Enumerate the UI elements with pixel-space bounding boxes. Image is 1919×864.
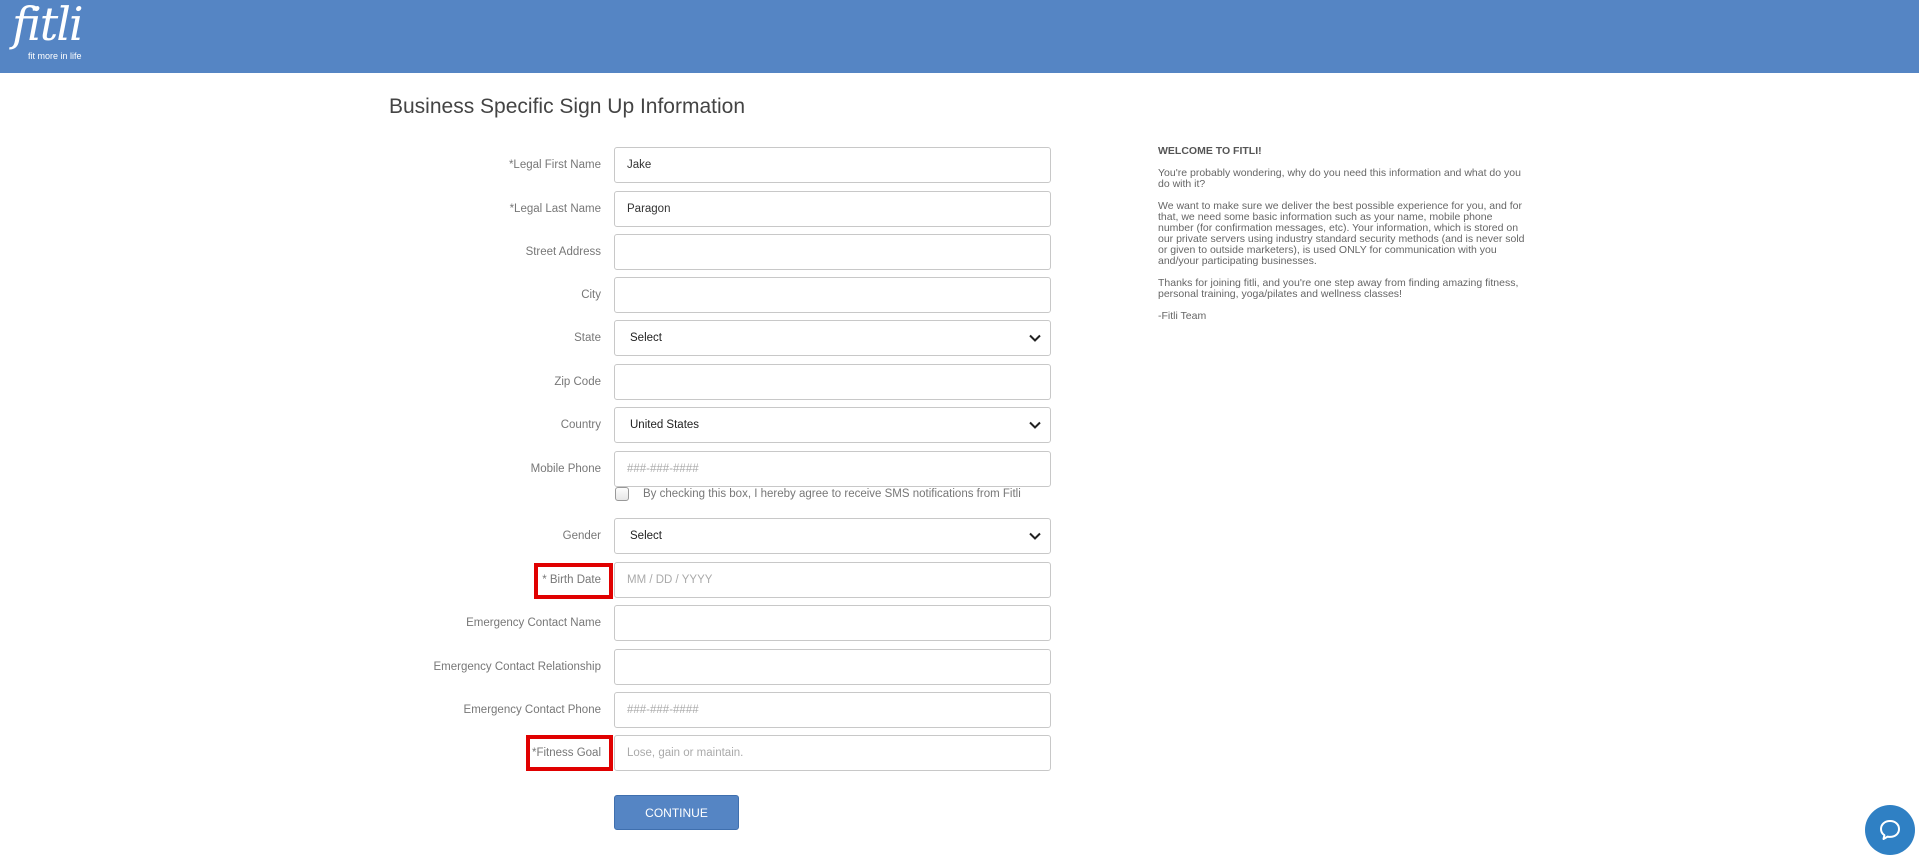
city-field-box xyxy=(614,277,1051,313)
emergency-contact-phone-field-box xyxy=(614,692,1051,728)
zip-code-input[interactable] xyxy=(615,365,1050,399)
gender-select-value: Select xyxy=(630,530,662,542)
zip-code-label: Zip Code xyxy=(554,376,601,388)
welcome-heading: WELCOME TO FITLI! xyxy=(1158,145,1262,157)
form-row-gender: Gender Select xyxy=(0,518,1919,554)
chat-bubble-icon xyxy=(1880,820,1900,840)
logo-wordmark: fitli xyxy=(12,0,84,51)
form-row-mobile: Mobile Phone xyxy=(0,451,1919,487)
country-select[interactable]: United States xyxy=(614,407,1051,443)
chevron-down-icon xyxy=(1029,532,1041,540)
state-select[interactable]: Select xyxy=(614,320,1051,356)
form-row-city: City xyxy=(0,277,1919,313)
emergency-contact-phone-input[interactable] xyxy=(615,693,1050,727)
logo-tagline: fit more in life xyxy=(28,51,82,61)
first-name-input[interactable] xyxy=(615,148,1050,182)
welcome-paragraph-3: Thanks for joining fitli, and you're one… xyxy=(1158,277,1519,300)
form-row-country: Country United States xyxy=(0,407,1919,443)
form-row-birth-date: * Birth Date xyxy=(0,562,1919,598)
welcome-signature: -Fitli Team xyxy=(1158,310,1207,322)
fitness-goal-highlight-box xyxy=(526,735,613,771)
mobile-phone-label: Mobile Phone xyxy=(530,463,601,475)
emergency-contact-relationship-label: Emergency Contact Relationship xyxy=(433,661,601,673)
page-title: Business Specific Sign Up Information xyxy=(389,95,746,118)
form-row-state: State Select xyxy=(0,320,1919,356)
city-label: City xyxy=(581,289,601,301)
street-address-field-box xyxy=(614,234,1051,270)
birth-date-highlight-box xyxy=(534,563,613,599)
form-row-first-name: *Legal First Name xyxy=(0,147,1919,183)
country-label: Country xyxy=(560,419,601,431)
last-name-input[interactable] xyxy=(615,192,1050,226)
country-select-value: United States xyxy=(630,419,700,431)
fitness-goal-input[interactable] xyxy=(615,736,1050,770)
emergency-contact-phone-label: Emergency Contact Phone xyxy=(463,704,601,716)
chevron-down-icon xyxy=(1029,421,1041,429)
continue-button[interactable]: CONTINUE xyxy=(614,795,739,830)
state-label: State xyxy=(574,332,601,344)
welcome-panel: WELCOME TO FITLI! You're probably wonder… xyxy=(1158,146,1530,333)
birth-date-input[interactable] xyxy=(615,563,1050,597)
emergency-contact-name-label: Emergency Contact Name xyxy=(466,617,601,629)
street-address-label: Street Address xyxy=(525,246,601,258)
form-row-emergency-relationship: Emergency Contact Relationship xyxy=(0,649,1919,685)
sms-consent-label: By checking this box, I hereby agree to … xyxy=(643,488,1021,500)
birth-date-field-box xyxy=(614,562,1051,598)
form-row-emergency-phone: Emergency Contact Phone xyxy=(0,692,1919,728)
first-name-label: *Legal First Name xyxy=(508,159,601,171)
chat-widget-button[interactable] xyxy=(1865,805,1915,855)
gender-select[interactable]: Select xyxy=(614,518,1051,554)
mobile-phone-field-box xyxy=(614,451,1051,487)
welcome-paragraph-1: You're probably wondering, why do you ne… xyxy=(1158,167,1521,190)
sms-consent-checkbox[interactable] xyxy=(615,487,629,501)
form-row-fitness-goal: *Fitness Goal xyxy=(0,735,1919,771)
emergency-contact-relationship-field-box xyxy=(614,649,1051,685)
top-navigation-bar: fitli fit more in life xyxy=(0,0,1919,73)
emergency-contact-relationship-input[interactable] xyxy=(615,650,1050,684)
fitness-goal-field-box xyxy=(614,735,1051,771)
state-select-value: Select xyxy=(630,332,662,344)
city-input[interactable] xyxy=(615,278,1050,312)
last-name-label: *Legal Last Name xyxy=(509,203,601,215)
last-name-field-box xyxy=(614,191,1051,227)
form-row-street: Street Address xyxy=(0,234,1919,270)
form-row-last-name: *Legal Last Name xyxy=(0,191,1919,227)
first-name-field-box xyxy=(614,147,1051,183)
mobile-phone-input[interactable] xyxy=(615,452,1050,486)
chevron-down-icon xyxy=(1029,334,1041,342)
emergency-contact-name-field-box xyxy=(614,605,1051,641)
emergency-contact-name-input[interactable] xyxy=(615,606,1050,640)
zip-code-field-box xyxy=(614,364,1051,400)
fitli-logo[interactable]: fitli fit more in life xyxy=(12,0,92,64)
form-row-emergency-name: Emergency Contact Name xyxy=(0,605,1919,641)
gender-label: Gender xyxy=(562,530,601,542)
welcome-paragraph-2: We want to make sure we deliver the best… xyxy=(1158,200,1525,267)
form-row-zip: Zip Code xyxy=(0,364,1919,400)
street-address-input[interactable] xyxy=(615,235,1050,269)
